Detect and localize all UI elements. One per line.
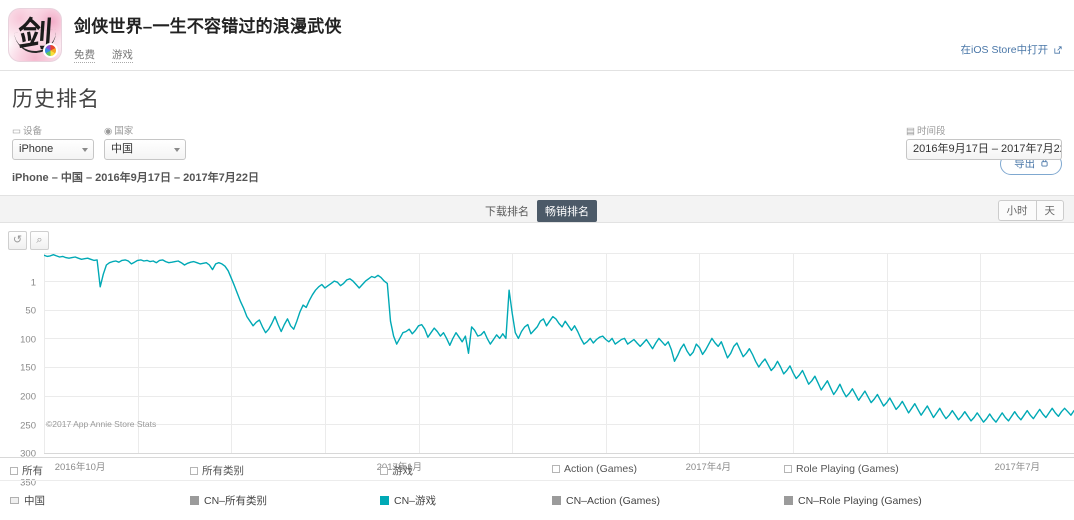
chart-tab-bar: 下载排名 畅销排名 小时 天 <box>0 195 1074 223</box>
y-axis-tick-label: 250 <box>20 420 36 431</box>
zoom-icon[interactable]: ⌕ <box>30 231 49 250</box>
country-label-text: 国家 <box>114 126 133 137</box>
legend-header-all-label: 所有 <box>22 465 43 477</box>
legend-header-games[interactable]: 游戏 <box>370 458 542 480</box>
tab-grossing-rank[interactable]: 畅销排名 <box>537 200 597 222</box>
date-range-filter: ▤时间段 2016年9月17日 – 2017年7月22日 <box>906 123 1062 160</box>
country-select-value: 中国 <box>111 143 133 155</box>
y-axis-tick-label: 200 <box>20 392 36 403</box>
legend-swatch <box>784 496 793 505</box>
app-icon-jianxia[interactable]: 剑 <box>8 8 62 62</box>
country-select[interactable]: 中国 <box>104 139 186 160</box>
date-range-label: ▤时间段 <box>906 123 1062 137</box>
date-range-label-text: 时间段 <box>917 126 946 137</box>
store-link-label: 在iOS Store中打开 <box>961 44 1049 56</box>
legend-item-label: CN–所有类别 <box>204 495 267 507</box>
app-icon-badge <box>43 43 58 58</box>
chart-x-axis-line <box>44 453 1074 454</box>
device-filter: ▭设备 iPhone <box>12 123 94 160</box>
external-link-icon <box>1054 44 1062 56</box>
y-axis-tick-label: 150 <box>20 363 36 374</box>
open-in-ios-store-link[interactable]: 在iOS Store中打开 <box>961 42 1062 57</box>
device-label-text: 设备 <box>23 126 42 137</box>
legend-swatch <box>380 496 389 505</box>
app-header: 剑 剑侠世界–一生不容错过的浪漫武侠 免费 游戏 在iOS Store中打开 <box>0 0 1074 70</box>
legend-item-label: CN–Action (Games) <box>566 495 660 507</box>
legend-data-row: 中国 CN–所有类别 CN–游戏 CN–Action (Games) CN–Ro… <box>0 481 1074 511</box>
checkbox-icon[interactable] <box>10 467 18 475</box>
chart-toolbar: ↺ ⌕ <box>8 231 49 250</box>
legend-country-cell[interactable]: 中国 <box>0 484 180 508</box>
rank-chart: ↺ ⌕ 150100150200250300350 ©2017 App Anni… <box>0 223 1074 453</box>
granularity-tabs: 小时 天 <box>998 200 1065 221</box>
app-title: 剑侠世界–一生不容错过的浪漫武侠 <box>74 12 342 37</box>
date-range-value: 2016年9月17日 – 2017年7月22日 <box>913 143 1062 155</box>
breadcrumb: iPhone – 中国 – 2016年9月17日 – 2017年7月22日 <box>12 169 1062 185</box>
legend-header-games-label: 游戏 <box>392 465 413 477</box>
checkbox-icon[interactable] <box>380 467 388 475</box>
legend-header-all-categories-label: 所有类别 <box>202 465 244 477</box>
legend-item-label: CN–Role Playing (Games) <box>798 495 922 507</box>
app-subtitle: 免费 游戏 <box>74 47 342 62</box>
flag-icon <box>10 497 19 504</box>
device-filter-label: ▭设备 <box>12 123 94 137</box>
y-axis-tick-label: 1 <box>31 278 36 289</box>
country-filter-label: ◉国家 <box>104 123 186 137</box>
country-filter: ◉国家 中国 <box>104 123 186 160</box>
legend-item-role-playing-games[interactable]: CN–Role Playing (Games) <box>774 486 1074 507</box>
y-axis-tick-label: 50 <box>25 306 36 317</box>
rank-type-tabs: 下载排名 畅销排名 <box>477 200 597 222</box>
reset-icon[interactable]: ↺ <box>8 231 27 250</box>
chart-plot-area[interactable] <box>44 253 1074 453</box>
chart-y-axis: 150100150200250300350 <box>0 253 40 453</box>
rank-line-series <box>44 253 1074 453</box>
legend-item-action-games[interactable]: CN–Action (Games) <box>542 486 774 507</box>
legend-header-row: 所有 所有类别 游戏 Action (Games) Role Playing (… <box>0 457 1074 481</box>
chevron-down-icon <box>82 148 88 152</box>
tab-download-rank[interactable]: 下载排名 <box>477 200 537 222</box>
legend-item-games[interactable]: CN–游戏 <box>370 484 542 508</box>
filter-bar: ▭设备 iPhone ◉国家 中国 ▤时间段 2016年9月17日 – 2017… <box>12 123 1062 160</box>
legend-header-action-games-label: Action (Games) <box>564 463 637 475</box>
legend-item-all-categories[interactable]: CN–所有类别 <box>180 484 370 508</box>
history-rank-section: 历史排名 导出 ▭设备 iPhone ◉国家 中国 <box>0 71 1074 185</box>
date-range-select[interactable]: 2016年9月17日 – 2017年7月22日 <box>906 139 1062 160</box>
calendar-icon: ▤ <box>906 126 915 137</box>
legend-header-all-categories[interactable]: 所有类别 <box>180 458 370 480</box>
chart-legend: 所有 所有类别 游戏 Action (Games) Role Playing (… <box>0 457 1074 520</box>
page-title: 历史排名 <box>12 83 1062 113</box>
chevron-down-icon <box>174 148 180 152</box>
checkbox-icon[interactable] <box>190 467 198 475</box>
device-select-value: iPhone <box>19 143 53 155</box>
legend-country-label: 中国 <box>24 495 45 507</box>
legend-header-all[interactable]: 所有 <box>0 458 180 480</box>
chart-copyright: ©2017 App Annie Store Stats <box>46 419 156 429</box>
app-price-label: 免费 <box>74 49 95 63</box>
checkbox-icon[interactable] <box>784 465 792 473</box>
checkbox-icon[interactable] <box>552 465 560 473</box>
legend-header-role-playing-games[interactable]: Role Playing (Games) <box>774 458 1074 480</box>
device-select[interactable]: iPhone <box>12 139 94 160</box>
app-meta: 剑侠世界–一生不容错过的浪漫武侠 免费 游戏 <box>74 8 342 62</box>
y-axis-tick-label: 100 <box>20 334 36 345</box>
legend-header-role-playing-games-label: Role Playing (Games) <box>796 463 899 475</box>
legend-header-action-games[interactable]: Action (Games) <box>542 458 774 480</box>
tab-hourly[interactable]: 小时 <box>998 200 1036 221</box>
tab-daily[interactable]: 天 <box>1036 200 1065 221</box>
globe-icon: ◉ <box>104 126 112 137</box>
legend-item-label: CN–游戏 <box>394 495 436 507</box>
legend-swatch <box>190 496 199 505</box>
app-category-label: 游戏 <box>112 49 133 63</box>
device-icon: ▭ <box>12 126 21 137</box>
legend-swatch <box>552 496 561 505</box>
